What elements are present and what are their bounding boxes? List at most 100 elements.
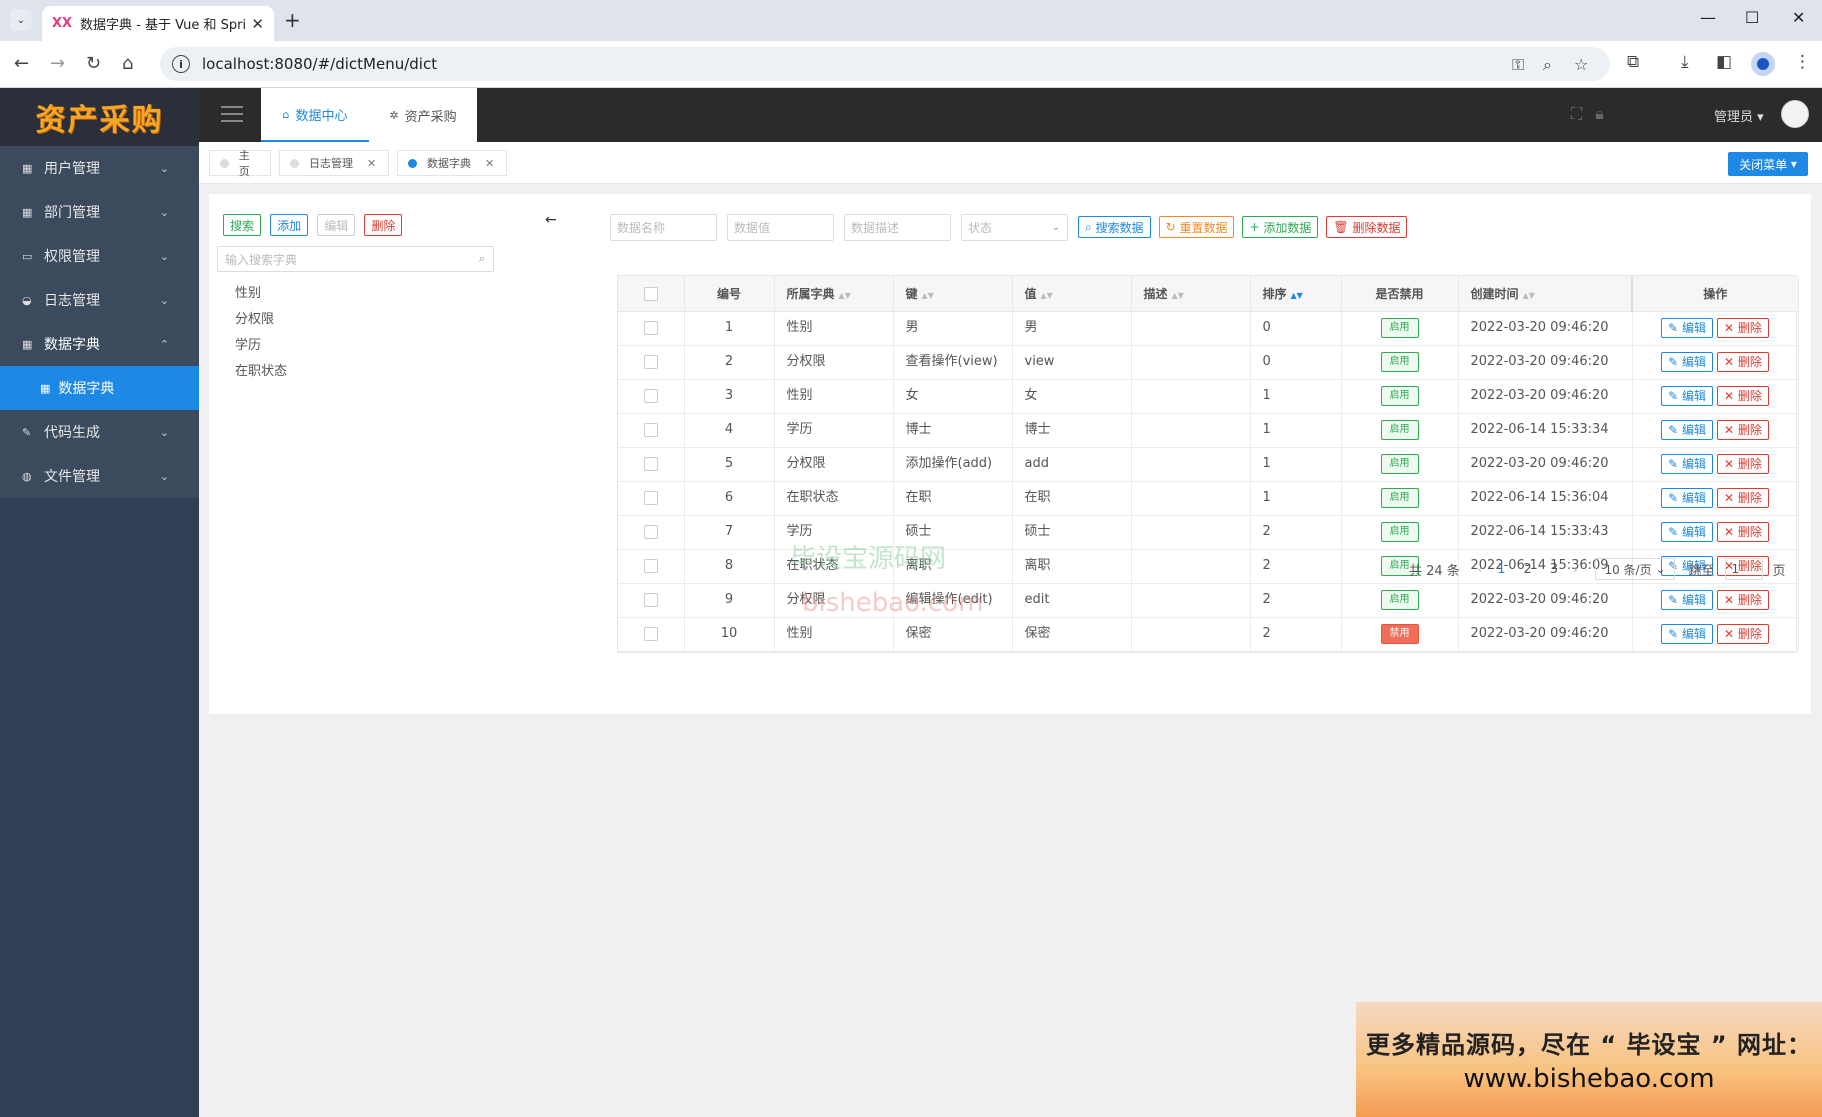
status-badge[interactable]: 启用 — [1380, 590, 1419, 610]
site-info-icon[interactable]: i — [172, 55, 190, 73]
row-checkbox[interactable] — [643, 456, 658, 471]
tree-item[interactable]: 分权限 — [235, 308, 287, 334]
sort-icon[interactable]: ▲▼ — [1523, 291, 1535, 300]
new-tab-icon[interactable]: + — [284, 8, 301, 32]
search-icon[interactable]: ⌕ — [479, 252, 485, 266]
row-checkbox[interactable] — [643, 490, 658, 505]
search-data-button[interactable]: ⌕ 搜索数据 — [1078, 216, 1151, 238]
dict-search-input[interactable]: 输入搜索字典 ⌕ — [217, 246, 494, 272]
col-key[interactable]: 键 ▲▼ — [893, 276, 1013, 312]
row-checkbox[interactable] — [643, 524, 658, 539]
edit-row-button[interactable]: ✎ 编辑 — [1661, 624, 1713, 644]
tag-dictionary[interactable]: 数据字典 ✕ — [397, 150, 507, 176]
col-sort[interactable]: 排序 ▲▼ — [1250, 276, 1342, 312]
delete-data-button[interactable]: 🗑︎ 删除数据 — [1326, 216, 1408, 238]
page-1[interactable]: 1 — [1497, 562, 1505, 577]
status-badge[interactable]: 禁用 — [1380, 624, 1419, 644]
hamburger-icon[interactable] — [221, 106, 243, 127]
search-button[interactable]: 搜索 — [223, 214, 262, 236]
sidebar-item-logs[interactable]: ◒ 日志管理 ⌄ — [0, 278, 199, 322]
edit-row-button[interactable]: ✎ 编辑 — [1661, 488, 1713, 508]
forward-icon[interactable]: → — [50, 53, 65, 74]
row-checkbox[interactable] — [643, 626, 658, 641]
row-checkbox[interactable] — [643, 354, 658, 369]
status-badge[interactable]: 启用 — [1380, 318, 1419, 338]
sidebar-item-dictionary[interactable]: ▦ 数据字典 ⌃ — [0, 322, 199, 366]
close-icon[interactable]: ✕ — [367, 157, 376, 170]
reload-icon[interactable]: ↻ — [86, 53, 101, 74]
edit-row-button[interactable]: ✎ 编辑 — [1661, 454, 1713, 474]
profile-avatar-icon[interactable] — [1751, 52, 1775, 76]
delete-row-button[interactable]: ✕ 删除 — [1717, 488, 1769, 508]
sidebar-subitem-dictionary[interactable]: ▦ 数据字典 — [0, 366, 199, 410]
status-badge[interactable]: 启用 — [1380, 488, 1419, 508]
row-checkbox[interactable] — [643, 558, 658, 573]
status-badge[interactable]: 启用 — [1380, 522, 1419, 542]
col-value[interactable]: 值 ▲▼ — [1012, 276, 1132, 312]
data-value-input[interactable]: 数据值 — [727, 214, 834, 241]
topnav-asset-purchase[interactable]: ✲ 资产采购 — [369, 88, 477, 142]
browser-tab[interactable]: XX 数据字典 - 基于 Vue 和 Spring ✕ — [42, 6, 274, 41]
add-data-button[interactable]: + 添加数据 — [1242, 216, 1319, 238]
row-checkbox[interactable] — [643, 320, 658, 335]
add-button[interactable]: 添加 — [270, 214, 309, 236]
home-icon[interactable]: ⌂ — [122, 53, 133, 74]
download-icon[interactable]: ⤓ — [1681, 52, 1689, 72]
row-checkbox[interactable] — [643, 388, 658, 403]
tree-item[interactable]: 在职状态 — [235, 360, 287, 386]
prev-page-icon[interactable]: ‹ — [1478, 563, 1482, 576]
delete-row-button[interactable]: ✕ 删除 — [1717, 454, 1769, 474]
next-page-icon[interactable]: › — [1573, 563, 1577, 576]
status-badge[interactable]: 启用 — [1380, 454, 1419, 474]
bookmark-star-icon[interactable]: ☆ — [1574, 55, 1588, 74]
select-all-checkbox[interactable] — [643, 286, 658, 301]
table-row[interactable]: 7 学历 硕士 硕士 2 启用 2022-06-14 15:33:43 ✎ 编辑 ✕ 删除 — [618, 515, 1799, 550]
delete-row-button[interactable]: ✕ 删除 — [1717, 318, 1769, 338]
sidebar-item-codegen[interactable]: ✎ 代码生成 ⌄ — [0, 410, 199, 454]
table-row[interactable]: 10 性别 保密 保密 2 禁用 2022-03-20 09:46:20 ✎ 编辑 ✕ 删除 — [618, 617, 1799, 652]
edit-row-button[interactable]: ✎ 编辑 — [1661, 352, 1713, 372]
table-row[interactable]: 6 在职状态 在职 在职 1 启用 2022-06-14 15:36:04 ✎ 编辑 ✕ 删除 — [618, 481, 1799, 516]
maximize-icon[interactable]: ☐ — [1745, 8, 1759, 27]
avatar[interactable] — [1781, 100, 1809, 128]
close-tab-icon[interactable]: ✕ — [251, 15, 264, 33]
table-row[interactable]: 9 分权限 编辑操作(edit) edit 2 启用 2022-03-20 09:46:20… — [618, 583, 1799, 618]
key-icon[interactable]: ⚿ — [1512, 55, 1524, 75]
status-badge[interactable]: 启用 — [1380, 386, 1419, 406]
delete-button[interactable]: 删除 — [364, 214, 403, 236]
sort-icon[interactable]: ▲▼ — [922, 291, 934, 300]
data-name-input[interactable]: 数据名称 — [610, 214, 717, 241]
close-icon[interactable]: ✕ — [485, 157, 494, 170]
user-menu[interactable]: 管理员 ▾ — [1714, 106, 1764, 125]
status-badge[interactable]: 启用 — [1380, 352, 1419, 372]
edit-row-button[interactable]: ✎ 编辑 — [1661, 386, 1713, 406]
minimize-icon[interactable]: — — [1700, 8, 1716, 27]
extensions-icon[interactable]: ⧉ — [1627, 52, 1639, 72]
close-menu-button[interactable]: 关闭菜单 ▾ — [1728, 152, 1808, 176]
fullscreen-icon[interactable]: ⛶ — [1571, 104, 1582, 123]
delete-row-button[interactable]: ✕ 删除 — [1717, 590, 1769, 610]
tab-search-chevron-icon[interactable]: ⌄ — [10, 9, 32, 31]
tag-home[interactable]: 主页 — [209, 149, 271, 178]
sidebar-item-permissions[interactable]: ▭ 权限管理 ⌄ — [0, 234, 199, 278]
table-row[interactable]: 4 学历 博士 博士 1 启用 2022-06-14 15:33:34 ✎ 编辑 ✕ 删除 — [618, 413, 1799, 448]
collapse-arrow-icon[interactable]: ← — [545, 212, 557, 228]
sidebar-item-departments[interactable]: ▦ 部门管理 ⌄ — [0, 190, 199, 234]
page-size-select[interactable]: 10 条/页 ⌄ — [1595, 558, 1675, 580]
back-icon[interactable]: ← — [14, 53, 29, 74]
page-2[interactable]: 2 — [1524, 562, 1532, 577]
edit-row-button[interactable]: ✎ 编辑 — [1661, 590, 1713, 610]
tag-logs[interactable]: 日志管理 ✕ — [279, 150, 389, 176]
sidebar-item-files[interactable]: ◍ 文件管理 ⌄ — [0, 454, 199, 498]
row-checkbox[interactable] — [643, 422, 658, 437]
delete-row-button[interactable]: ✕ 删除 — [1717, 352, 1769, 372]
col-desc[interactable]: 描述 ▲▼ — [1131, 276, 1251, 312]
sort-icon[interactable]: ▲▼ — [1041, 291, 1053, 300]
url-field[interactable]: i localhost:8080/#/dictMenu/dict ⚿ ⌕ ☆ — [160, 47, 1610, 81]
page-3[interactable]: 3 — [1550, 562, 1558, 577]
delete-row-button[interactable]: ✕ 删除 — [1717, 624, 1769, 644]
table-row[interactable]: 3 性别女女 1 启用 2022-03-20 09:46:20 ✎ 编辑 ✕ 删除 — [618, 379, 1799, 414]
topnav-data-center[interactable]: ⌂ 数据中心 — [261, 88, 369, 142]
sidebar-item-users[interactable]: ▦ 用户管理 ⌄ — [0, 146, 199, 190]
edit-row-button[interactable]: ✎ 编辑 — [1661, 522, 1713, 542]
